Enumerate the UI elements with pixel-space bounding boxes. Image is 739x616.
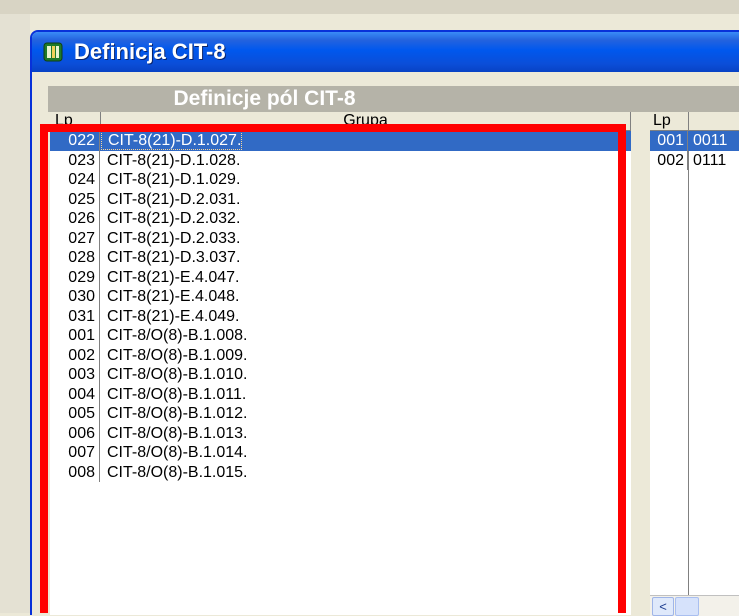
- row-lp: 002: [50, 345, 100, 365]
- row-lp: 002: [650, 150, 688, 170]
- column-header-field[interactable]: [689, 112, 739, 130]
- row-lp: 031: [50, 306, 100, 326]
- desktop-background-side: [0, 14, 30, 613]
- groups-grid-header: Lp Grupa: [50, 112, 631, 131]
- fields-grid[interactable]: Lp 001 0011 002 0111: [650, 112, 739, 615]
- row-lp: 023: [50, 150, 100, 170]
- row-grupa: CIT-8(21)-D.1.028.: [107, 151, 241, 169]
- table-row[interactable]: 030 CIT-8(21)-E.4.048.: [50, 287, 631, 307]
- window-client-area: Definicje pól CIT-8 Lp Grupa 022 CIT-8(21…: [35, 72, 739, 616]
- scrollbar-thumb[interactable]: [675, 597, 699, 616]
- row-lp: 006: [50, 423, 100, 443]
- row-code: 0011: [693, 132, 728, 149]
- scroll-left-button[interactable]: <: [652, 597, 674, 616]
- row-lp: 024: [50, 170, 100, 190]
- row-lp: 022: [50, 131, 100, 151]
- table-row[interactable]: 003 CIT-8/O(8)-B.1.010.: [50, 365, 631, 385]
- row-lp: 025: [50, 189, 100, 209]
- table-row[interactable]: 002 0111: [650, 150, 739, 170]
- table-row[interactable]: 001 0011: [650, 131, 739, 151]
- table-row[interactable]: 005 CIT-8/O(8)-B.1.012.: [50, 404, 631, 424]
- row-grupa: CIT-8/O(8)-B.1.013.: [107, 424, 248, 442]
- column-divider: [688, 112, 689, 615]
- row-grupa: CIT-8/O(8)-B.1.009.: [107, 346, 248, 364]
- row-grupa: CIT-8(21)-D.1.027.: [101, 131, 243, 150]
- fields-grid-rows: 001 0011 002 0111: [650, 131, 739, 170]
- row-grupa: CIT-8(21)-D.2.032.: [107, 210, 241, 227]
- row-lp: 005: [50, 404, 100, 424]
- column-header-grupa[interactable]: Grupa: [101, 112, 631, 130]
- section-header-label: Definicje pól CIT-8: [173, 87, 356, 110]
- fields-grid-header: Lp: [650, 112, 739, 131]
- row-grupa: CIT-8(21)-E.4.047.: [107, 268, 240, 286]
- row-grupa: CIT-8(21)-E.4.049.: [107, 307, 240, 325]
- section-header: Definicje pól CIT-8: [48, 86, 739, 112]
- row-lp: 008: [50, 462, 100, 482]
- row-grupa: CIT-8(21)-D.3.037.: [107, 249, 241, 266]
- row-grupa: CIT-8(21)-D.1.029.: [107, 171, 241, 188]
- table-row[interactable]: 001 CIT-8/O(8)-B.1.008.: [50, 326, 631, 346]
- table-row[interactable]: 004 CIT-8/O(8)-B.1.011.: [50, 384, 631, 404]
- definicja-cit8-window: Definicja CIT-8 Definicje pól CIT-8 Lp G…: [30, 30, 739, 616]
- row-grupa: CIT-8(21)-E.4.048.: [107, 288, 240, 305]
- groups-grid[interactable]: Lp Grupa 022 CIT-8(21)-D.1.027. 023 CIT-8(2…: [50, 112, 631, 615]
- app-icon: [43, 42, 63, 62]
- row-lp: 026: [50, 209, 100, 229]
- title-bar[interactable]: Definicja CIT-8: [32, 32, 739, 72]
- row-code: 0111: [693, 151, 727, 169]
- table-row[interactable]: 026 CIT-8(21)-D.2.032.: [50, 209, 631, 229]
- row-grupa: CIT-8(21)-D.2.033.: [107, 229, 241, 247]
- row-grupa: CIT-8/O(8)-B.1.008.: [107, 327, 248, 344]
- table-row[interactable]: 007 CIT-8/O(8)-B.1.014.: [50, 443, 631, 463]
- window-title: Definicja CIT-8: [74, 39, 226, 64]
- table-row[interactable]: 023 CIT-8(21)-D.1.028.: [50, 150, 631, 170]
- row-grupa: CIT-8/O(8)-B.1.014.: [107, 444, 248, 461]
- row-grupa: CIT-8(21)-D.2.031.: [107, 190, 241, 208]
- table-row[interactable]: 025 CIT-8(21)-D.2.031.: [50, 189, 631, 209]
- row-lp: 007: [50, 443, 100, 463]
- row-lp: 029: [50, 267, 100, 287]
- table-row[interactable]: 008 CIT-8/O(8)-B.1.015.: [50, 462, 631, 482]
- column-header-lp[interactable]: Lp: [50, 112, 101, 130]
- groups-grid-rows: 022 CIT-8(21)-D.1.027. 023 CIT-8(21)-D.1.02…: [50, 131, 631, 482]
- row-lp: 001: [650, 131, 688, 151]
- row-grupa: CIT-8/O(8)-B.1.011.: [107, 385, 247, 403]
- row-lp: 004: [50, 384, 100, 404]
- table-row[interactable]: 027 CIT-8(21)-D.2.033.: [50, 228, 631, 248]
- table-row[interactable]: 024 CIT-8(21)-D.1.029.: [50, 170, 631, 190]
- row-lp: 028: [50, 248, 100, 268]
- row-lp: 003: [50, 365, 100, 385]
- table-row[interactable]: 022 CIT-8(21)-D.1.027.: [50, 131, 631, 151]
- row-lp: 030: [50, 287, 100, 307]
- table-row[interactable]: 031 CIT-8(21)-E.4.049.: [50, 306, 631, 326]
- table-row[interactable]: 002 CIT-8/O(8)-B.1.009.: [50, 345, 631, 365]
- row-grupa: CIT-8/O(8)-B.1.010.: [107, 366, 248, 383]
- row-lp: 001: [50, 326, 100, 346]
- desktop-background: [0, 0, 739, 14]
- table-row[interactable]: 029 CIT-8(21)-E.4.047.: [50, 267, 631, 287]
- table-row[interactable]: 006 CIT-8/O(8)-B.1.013.: [50, 423, 631, 443]
- column-header-lp-right[interactable]: Lp: [650, 112, 689, 130]
- table-row[interactable]: 028 CIT-8(21)-D.3.037.: [50, 248, 631, 268]
- row-lp: 027: [50, 228, 100, 248]
- row-grupa: CIT-8/O(8)-B.1.015.: [107, 463, 248, 481]
- row-grupa: CIT-8/O(8)-B.1.012.: [107, 405, 248, 422]
